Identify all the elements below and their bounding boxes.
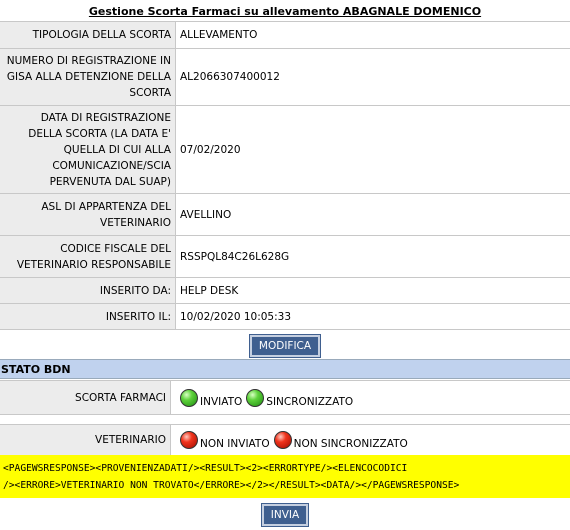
stato-bdn-header: STATO BDN [0, 359, 570, 379]
label-asl: ASL DI APPARTENZA DEL VETERINARIO [0, 193, 176, 236]
invia-wrap: INVIA [0, 503, 570, 527]
table-row: CODICE FISCALE DEL VETERINARIO RESPONSAB… [0, 235, 570, 278]
invia-button[interactable]: INVIA [260, 503, 310, 527]
value-inserito-da: HELP DESK [175, 277, 570, 304]
status-text: NON SINCRONIZZATO [293, 438, 408, 450]
ws-response-line: <PAGEWSRESPONSE><PROVENIENZADATI/><RESUL… [3, 463, 408, 474]
status-row-scorta: SCORTA FARMACI INVIATO SINCRONIZZATO [0, 380, 570, 415]
table-row: INSERITO IL: 10/02/2020 10:05:33 [0, 303, 570, 330]
label-inserito-da: INSERITO DA: [0, 277, 176, 304]
status-label-veterinario: VETERINARIO [0, 425, 171, 455]
table-row: TIPOLOGIA DELLA SCORTA ALLEVAMENTO [0, 21, 570, 49]
label-codice-fiscale: CODICE FISCALE DEL VETERINARIO RESPONSAB… [0, 235, 176, 278]
status-values-scorta: INVIATO SINCRONIZZATO [171, 381, 570, 414]
value-tipologia: ALLEVAMENTO [175, 21, 570, 49]
status-text: NON INVIATO [200, 438, 270, 450]
table-row: NUMERO DI REGISTRAZIONE IN GISA ALLA DET… [0, 48, 570, 106]
status-text: SINCRONIZZATO [266, 395, 354, 408]
label-numero-registrazione: NUMERO DI REGISTRAZIONE IN GISA ALLA DET… [0, 48, 176, 106]
ws-response-box: <PAGEWSRESPONSE><PROVENIENZADATI/><RESUL… [0, 455, 570, 498]
value-numero-registrazione: AL2066307400012 [175, 48, 570, 106]
status-label-scorta: SCORTA FARMACI [0, 381, 171, 414]
value-inserito-il: 10/02/2020 10:05:33 [175, 303, 570, 330]
value-asl: AVELLINO [175, 193, 570, 236]
table-row: ASL DI APPARTENZA DEL VETERINARIO AVELLI… [0, 193, 570, 236]
status-text: INVIATO [200, 395, 243, 408]
ws-response-line: /><ERRORE>VETERINARIO NON TROVATO</ERROR… [3, 480, 460, 491]
status-row-veterinario: VETERINARIO NON INVIATO NON SINCRONIZZAT… [0, 424, 570, 456]
label-tipologia: TIPOLOGIA DELLA SCORTA [0, 21, 176, 49]
green-status-icon [246, 388, 265, 407]
value-data-registrazione: 07/02/2020 [175, 105, 570, 194]
green-status-icon [180, 388, 198, 407]
label-inserito-il: INSERITO IL: [0, 303, 176, 330]
table-row: DATA DI REGISTRAZIONE DELLA SCORTA (LA D… [0, 105, 570, 194]
page-title: Gestione Scorta Farmaci su allevamento A… [88, 5, 482, 18]
red-status-icon [273, 431, 292, 449]
modifica-button[interactable]: MODIFICA [248, 334, 322, 358]
status-values-veterinario: NON INVIATO NON SINCRONIZZATO [171, 425, 570, 455]
red-status-icon [180, 431, 198, 449]
details-table: TIPOLOGIA DELLA SCORTA ALLEVAMENTO NUMER… [0, 21, 570, 330]
value-codice-fiscale: RSSPQL84C26L628G [175, 235, 570, 278]
table-row: INSERITO DA: HELP DESK [0, 277, 570, 304]
label-data-registrazione: DATA DI REGISTRAZIONE DELLA SCORTA (LA D… [0, 105, 176, 194]
modifica-wrap: MODIFICA [0, 334, 570, 358]
